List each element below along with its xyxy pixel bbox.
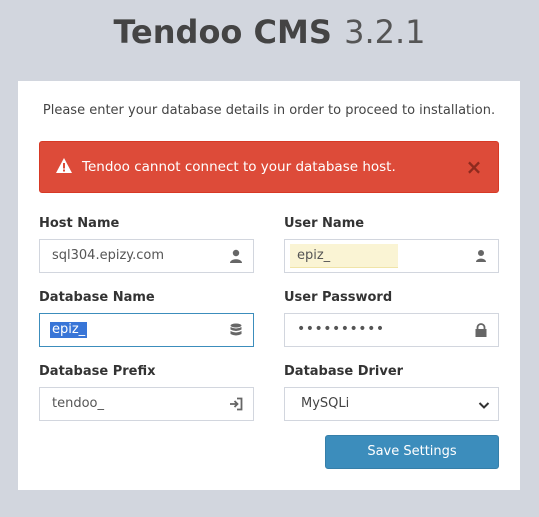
app-name: Tendoo CMS	[113, 13, 332, 51]
user-password-field: User Password ••••••••••	[284, 289, 499, 347]
lock-icon	[475, 323, 487, 337]
page-title: Tendoo CMS 3.2.1	[0, 10, 539, 54]
host-name-label: Host Name	[39, 216, 120, 231]
database-name-value: epiz_	[50, 322, 88, 338]
database-prefix-label: Database Prefix	[39, 364, 156, 379]
database-prefix-field: Database Prefix tendoo_	[39, 363, 254, 421]
warning-icon	[56, 158, 72, 173]
save-settings-button[interactable]: Save Settings	[325, 435, 499, 469]
install-box: Please enter your database details in or…	[18, 81, 520, 490]
database-name-label: Database Name	[39, 290, 155, 305]
error-alert: Tendoo cannot connect to your database h…	[39, 141, 499, 193]
app-version: 3.2.1	[344, 13, 426, 51]
user-password-input[interactable]: ••••••••••	[284, 313, 499, 347]
user-name-input[interactable]: epiz_	[284, 239, 499, 273]
user-name-label: User Name	[284, 216, 365, 231]
chevron-down-icon	[478, 402, 490, 409]
database-driver-label: Database Driver	[284, 364, 404, 379]
database-prefix-value: tendoo_	[52, 396, 104, 411]
host-name-input[interactable]: sql304.epizy.com	[39, 239, 254, 273]
sign-in-icon	[230, 397, 243, 411]
database-icon	[230, 323, 242, 336]
host-name-field: Host Name sql304.epizy.com	[39, 215, 254, 273]
database-driver-select[interactable]: MySQLi	[284, 387, 499, 421]
user-name-field: User Name epiz_	[284, 215, 499, 273]
user-password-value: ••••••••••	[297, 321, 385, 337]
database-name-input[interactable]: epiz_	[39, 313, 254, 347]
user-icon	[476, 250, 486, 262]
user-password-label: User Password	[284, 290, 393, 305]
intro-text: Please enter your database details in or…	[42, 103, 496, 118]
database-driver-value: MySQLi	[301, 396, 350, 411]
database-prefix-input[interactable]: tendoo_	[39, 387, 254, 421]
user-icon	[230, 249, 242, 263]
database-name-field: Database Name epiz_	[39, 289, 254, 347]
alert-message: Tendoo cannot connect to your database h…	[82, 159, 396, 175]
close-icon[interactable]: ×	[464, 156, 484, 178]
user-name-value: epiz_	[297, 248, 331, 263]
database-driver-field: Database Driver MySQLi	[284, 363, 499, 421]
host-name-value: sql304.epizy.com	[52, 248, 165, 263]
